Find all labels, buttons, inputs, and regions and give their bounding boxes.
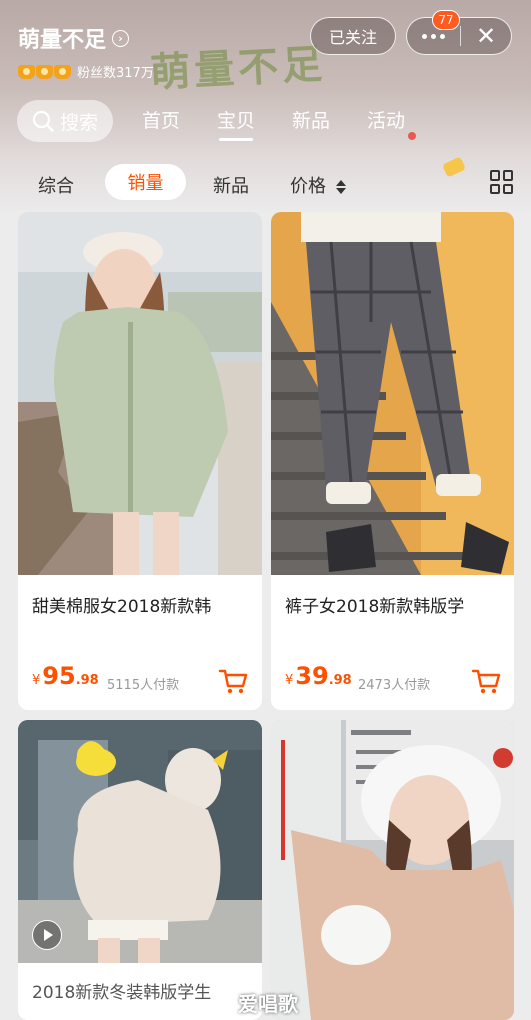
- tab-events[interactable]: 活动: [367, 106, 405, 133]
- price-integer: 95: [42, 662, 76, 690]
- crown-icon: [18, 64, 35, 79]
- shop-name-label: 萌量不足: [18, 28, 107, 53]
- more-dot: [431, 33, 436, 39]
- sort-arrows-icon: [335, 180, 346, 194]
- sort-price-label: 价格: [290, 176, 326, 197]
- price-currency: ¥: [32, 673, 41, 688]
- product-card[interactable]: 甜美棉服女2018新款韩 ¥ 95 .98 5115人付款: [18, 212, 262, 710]
- product-title: 裤子女2018新款韩版学: [285, 597, 465, 617]
- tab-home[interactable]: 首页: [142, 106, 180, 133]
- product-image: [271, 720, 514, 1020]
- sort-comprehensive[interactable]: 综合: [38, 172, 74, 198]
- shop-name[interactable]: 萌量不足 ›: [18, 22, 130, 54]
- product-image: [271, 212, 514, 575]
- close-icon: ✕: [475, 22, 497, 50]
- product-image: [18, 212, 262, 575]
- more-dot: [422, 33, 427, 39]
- shop-meta: 粉丝数317万: [18, 62, 154, 81]
- sort-sales[interactable]: 销量: [105, 164, 186, 200]
- more-dot: [440, 33, 445, 39]
- cart-icon[interactable]: [218, 667, 248, 695]
- cart-icon[interactable]: [471, 667, 501, 695]
- sort-new[interactable]: 新品: [213, 172, 249, 198]
- watermark-text: 爱唱歌: [238, 992, 298, 1016]
- layout-grid-icon[interactable]: [490, 170, 514, 194]
- follower-count: 粉丝数317万: [77, 66, 154, 81]
- price-decimal: .98: [328, 673, 352, 688]
- search-button[interactable]: 搜索: [17, 100, 113, 142]
- crown-icon: [36, 64, 53, 79]
- search-icon: [32, 110, 54, 132]
- price-decimal: .98: [75, 673, 99, 688]
- message-badge: 77: [432, 10, 460, 30]
- search-label: 搜索: [59, 111, 98, 134]
- shop-banner-decoration: 萌量不足: [149, 41, 328, 97]
- price-currency: ¥: [285, 673, 294, 688]
- follow-button[interactable]: 已关注: [310, 17, 396, 55]
- product-price: ¥ 39 .98: [285, 662, 352, 690]
- tab-new[interactable]: 新品: [292, 106, 330, 133]
- shop-level-crowns: [18, 64, 71, 79]
- video-play-icon[interactable]: [32, 920, 62, 950]
- banner-decoration-dot: [408, 132, 416, 140]
- price-integer: 39: [295, 662, 329, 690]
- close-button[interactable]: ✕: [461, 18, 511, 54]
- chevron-right-icon: ›: [112, 29, 130, 47]
- crown-icon: [54, 64, 71, 79]
- product-card[interactable]: [271, 720, 514, 1020]
- sold-count: 2473人付款: [358, 678, 431, 693]
- product-price: ¥ 95 .98: [32, 662, 99, 690]
- product-title: 2018新款冬装韩版学生: [32, 983, 212, 1003]
- product-card[interactable]: 裤子女2018新款韩版学 ¥ 39 .98 2473人付款: [271, 212, 514, 710]
- product-card[interactable]: 2018新款冬装韩版学生: [18, 720, 262, 1020]
- tab-items[interactable]: 宝贝: [217, 106, 255, 141]
- sold-count: 5115人付款: [107, 678, 180, 693]
- product-title: 甜美棉服女2018新款韩: [32, 597, 212, 617]
- sort-price[interactable]: 价格: [290, 172, 346, 198]
